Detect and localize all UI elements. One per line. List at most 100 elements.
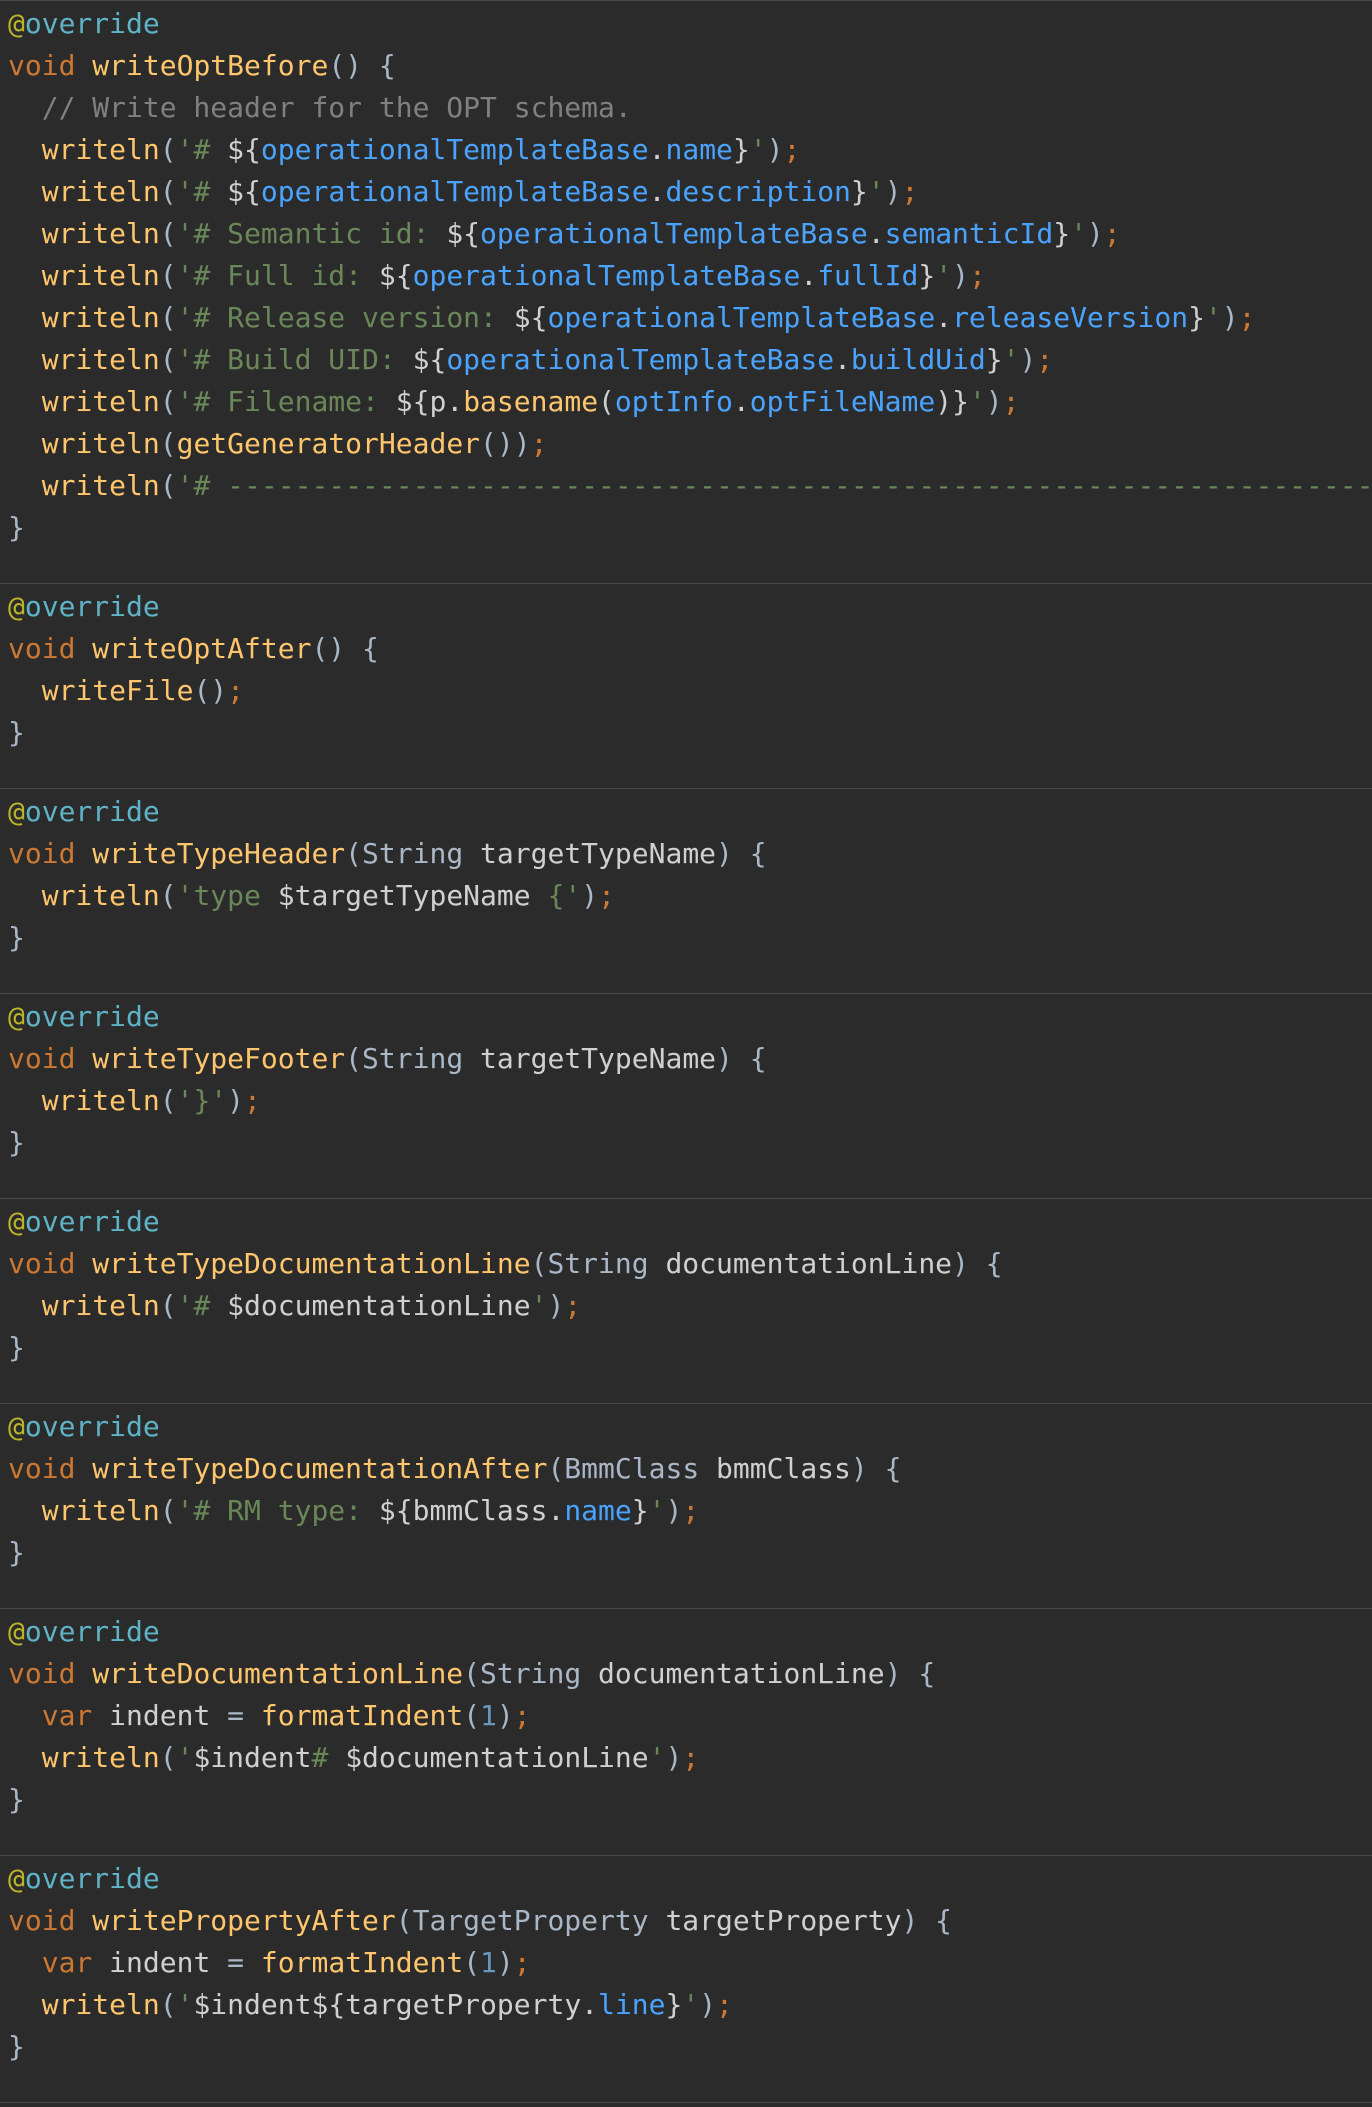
code-line[interactable]: @override xyxy=(0,791,1372,833)
code-line[interactable]: } xyxy=(0,917,1372,959)
code-line[interactable]: void writeTypeHeader(String targetTypeNa… xyxy=(0,833,1372,875)
code-line[interactable]: writeln('# Full id: ${operationalTemplat… xyxy=(0,255,1372,297)
code-token: ) xyxy=(665,1741,683,1774)
code-token: formatIndent xyxy=(260,1946,464,1979)
code-token: ) xyxy=(496,1946,514,1979)
code-token: ) { xyxy=(901,1904,953,1937)
code-token: override xyxy=(24,590,160,623)
code-line[interactable]: writeln('}'); xyxy=(0,1080,1372,1122)
code-line[interactable]: writeFile(); xyxy=(0,670,1372,712)
code-line[interactable]: void writeTypeDocumentationAfter(BmmClas… xyxy=(0,1448,1372,1490)
code-line[interactable]: } xyxy=(0,1779,1372,1821)
code-line[interactable]: writeln('$indent# $documentationLine'); xyxy=(0,1737,1372,1779)
code-token: writeln xyxy=(41,1084,160,1117)
code-token: ' xyxy=(1204,301,1222,334)
code-token: ' xyxy=(648,1494,666,1527)
code-line[interactable]: writeln('# RM type: ${bmmClass.name}'); xyxy=(0,1490,1372,1532)
code-token: writeTypeDocumentationAfter xyxy=(92,1452,548,1485)
code-token: ${ xyxy=(227,175,261,208)
code-token: ' xyxy=(1070,217,1087,250)
code-token: (TargetProperty xyxy=(395,1904,666,1937)
code-line[interactable]: void writeTypeFooter(String targetTypeNa… xyxy=(0,1038,1372,1080)
code-line[interactable]: writeln('# Filename: ${p.basename(optInf… xyxy=(0,381,1372,423)
code-line[interactable]: @override xyxy=(0,1858,1372,1900)
code-line[interactable]: var indent = formatIndent(1); xyxy=(0,1942,1372,1984)
code-line[interactable]: writeln('# Release version: ${operationa… xyxy=(0,297,1372,339)
code-token: ()) xyxy=(480,427,531,460)
code-token: ) xyxy=(985,385,1003,418)
code-line[interactable]: void writeOptAfter() { xyxy=(0,628,1372,670)
code-line[interactable]: @override xyxy=(0,1201,1372,1243)
code-token: '# -------------------------------------… xyxy=(176,469,1372,502)
code-line[interactable]: } xyxy=(0,712,1372,754)
code-token: @ xyxy=(8,1410,25,1443)
code-token: '# xyxy=(176,1289,228,1322)
code-token: targetProperty xyxy=(665,1904,902,1937)
code-line[interactable]: writeln('# Build UID: ${operationalTempl… xyxy=(0,339,1372,381)
code-line[interactable]: void writeDocumentationLine(String docum… xyxy=(0,1653,1372,1695)
code-token: . xyxy=(800,259,818,292)
code-token: semanticId xyxy=(884,217,1054,250)
code-line[interactable]: @override xyxy=(0,1611,1372,1653)
code-line[interactable]: writeln('# ${operationalTemplateBase.des… xyxy=(0,171,1372,213)
code-token: override xyxy=(24,1000,160,1033)
code-token: . xyxy=(732,385,750,418)
code-line[interactable]: // Write header for the OPT schema. xyxy=(0,87,1372,129)
code-token: var xyxy=(41,1699,110,1732)
code-line[interactable]: @override xyxy=(0,586,1372,628)
code-token: ( xyxy=(159,133,177,166)
code-token: } xyxy=(985,343,1003,376)
code-line[interactable]: writeln('type $targetTypeName {'); xyxy=(0,875,1372,917)
code-line[interactable]: @override xyxy=(0,996,1372,1038)
code-line[interactable]: } xyxy=(0,507,1372,549)
code-line[interactable]: } xyxy=(0,1532,1372,1574)
method-block: @override void writeTypeDocumentationAfte… xyxy=(0,1404,1372,1609)
code-line[interactable]: writeln(getGeneratorHeader()); xyxy=(0,423,1372,465)
code-line[interactable]: void writePropertyAfter(TargetProperty t… xyxy=(0,1900,1372,1942)
code-line[interactable]: writeln('$indent${targetProperty.line}')… xyxy=(0,1984,1372,2026)
code-token: ( xyxy=(159,469,177,502)
code-token: ( xyxy=(463,1946,481,1979)
code-token: ) { xyxy=(850,1452,902,1485)
code-token: optInfo xyxy=(614,385,733,418)
code-token: = xyxy=(227,1699,261,1732)
code-line[interactable]: } xyxy=(0,2026,1372,2068)
code-line[interactable]: @override xyxy=(0,1406,1372,1448)
code-token: ) xyxy=(699,1988,717,2021)
code-line[interactable]: void writeTypeDocumentationLine(String d… xyxy=(0,1243,1372,1285)
code-token: $documentationLine xyxy=(227,1289,531,1322)
code-token: '}' xyxy=(176,1084,228,1117)
code-token: operationalTemplateBase xyxy=(480,217,868,250)
code-line[interactable]: var indent = formatIndent(1); xyxy=(0,1695,1372,1737)
code-token: ( xyxy=(598,385,615,418)
code-token: writeln xyxy=(41,301,160,334)
code-line[interactable]: writeln('# Semantic id: ${operationalTem… xyxy=(0,213,1372,255)
code-line[interactable]: void writeOptBefore() { xyxy=(0,45,1372,87)
code-token: ; xyxy=(227,674,245,707)
code-line[interactable]: } xyxy=(0,1122,1372,1164)
code-token: fullId xyxy=(817,259,919,292)
code-token: ; xyxy=(1036,343,1054,376)
code-token: ) { xyxy=(716,837,767,870)
code-line[interactable]: writeln('# $documentationLine'); xyxy=(0,1285,1372,1327)
code-line[interactable]: writeln('# -----------------------------… xyxy=(0,465,1372,507)
code-token: '# xyxy=(176,133,228,166)
code-line[interactable]: writeln('# ${operationalTemplateBase.nam… xyxy=(0,129,1372,171)
code-token: override xyxy=(24,1615,160,1648)
code-token: } xyxy=(665,1988,683,2021)
code-token: } xyxy=(8,2030,25,2063)
code-line[interactable]: } xyxy=(0,1327,1372,1369)
code-token: @ xyxy=(8,1205,25,1238)
method-block: @override void writeTypeDocumentationLine… xyxy=(0,1199,1372,1404)
code-line[interactable]: @override xyxy=(0,3,1372,45)
code-token: description xyxy=(665,175,851,208)
code-editor[interactable]: @override void writeOptBefore() { // Writ… xyxy=(0,0,1372,2107)
code-token: writeln xyxy=(41,427,160,460)
code-token: formatIndent xyxy=(260,1699,464,1732)
